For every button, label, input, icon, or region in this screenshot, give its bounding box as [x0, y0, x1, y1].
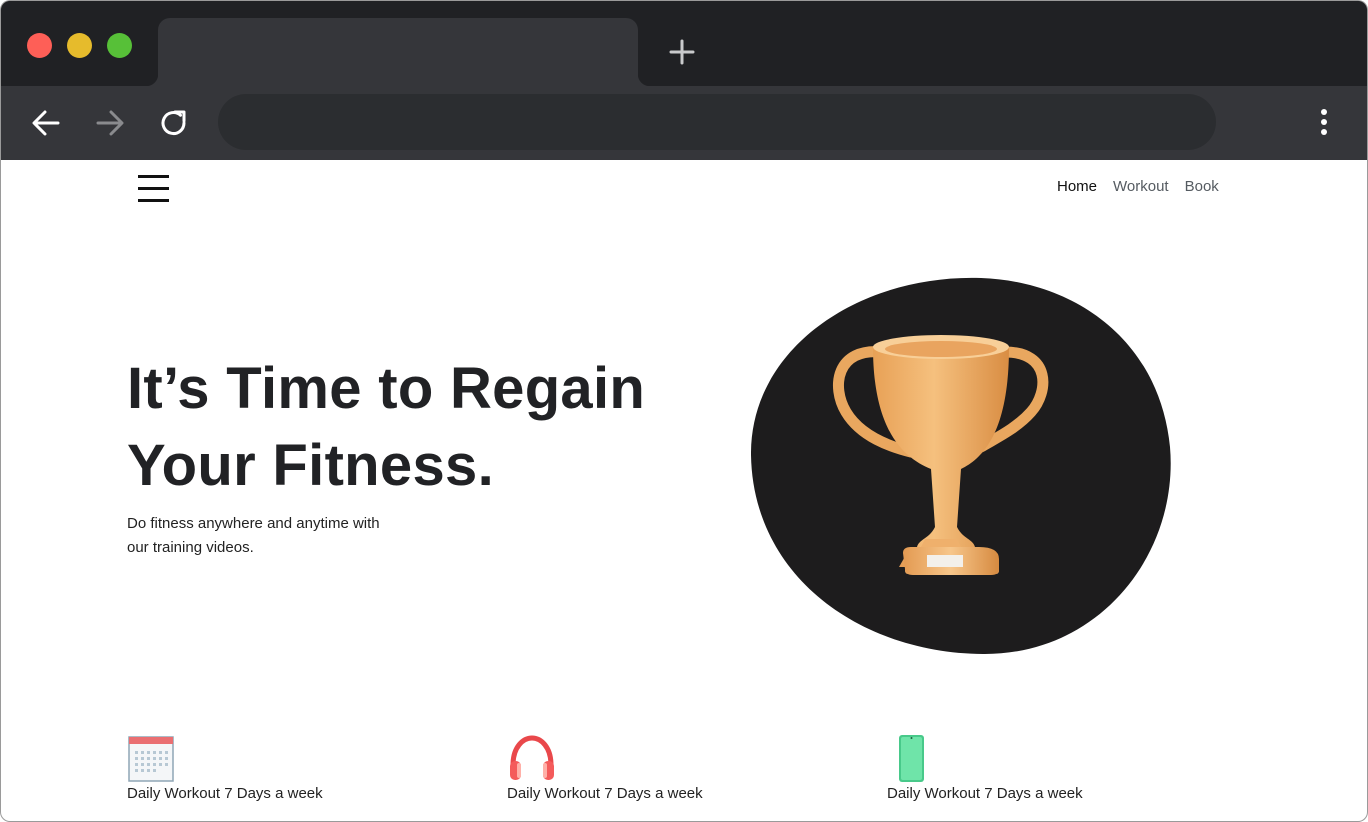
browser-menu-button[interactable] — [1313, 106, 1335, 140]
hero-image — [750, 277, 1172, 655]
reload-button[interactable] — [157, 106, 191, 140]
web-page: Home Workout Book It’s Time to Regain Yo… — [0, 160, 1368, 822]
nav-book-link[interactable]: Book — [1185, 178, 1219, 195]
hamburger-icon[interactable] — [138, 174, 170, 202]
hero-title-line-1: It’s Time to Regain — [127, 356, 646, 421]
feature-item: Daily Workout 7 Days a week — [127, 735, 387, 815]
browser-toolbar — [1, 86, 1367, 161]
browser-chrome — [0, 0, 1368, 161]
feature-item: Daily Workout 7 Days a week — [507, 735, 767, 815]
feature-item: Daily Workout 7 Days a week — [887, 735, 1147, 815]
hero-subtitle-line-1: Do fitness anywhere and anytime with — [127, 515, 380, 532]
hero-title-line-2: Your Fitness. — [127, 433, 494, 498]
nav-workout-link[interactable]: Workout — [1113, 178, 1169, 195]
features-row: Daily Workout 7 Days a week Daily Workou… — [1, 735, 1367, 821]
feature-label: Daily Workout 7 Days a week — [507, 785, 703, 802]
feature-label: Daily Workout 7 Days a week — [127, 785, 323, 802]
reload-icon — [161, 110, 186, 135]
calendar-icon — [128, 736, 174, 782]
arrow-left-icon — [32, 110, 60, 136]
address-bar[interactable] — [218, 94, 1216, 150]
plus-icon — [669, 39, 695, 65]
minimize-window-button[interactable] — [67, 33, 92, 58]
new-tab-button[interactable] — [667, 37, 697, 67]
headphones-icon — [510, 735, 554, 780]
tab-strip — [1, 1, 1367, 86]
hero-subtitle-line-2: our training videos. — [127, 539, 254, 556]
feature-label: Daily Workout 7 Days a week — [887, 785, 1083, 802]
active-tab[interactable] — [146, 18, 650, 86]
back-button[interactable] — [29, 106, 63, 140]
trophy-illustration — [750, 277, 1171, 655]
maximize-window-button[interactable] — [107, 33, 132, 58]
top-navigation: Home Workout Book — [1057, 178, 1219, 195]
arrow-right-icon — [96, 110, 124, 136]
close-window-button[interactable] — [27, 33, 52, 58]
forward-button[interactable] — [93, 106, 127, 140]
nav-home-link[interactable]: Home — [1057, 178, 1097, 195]
hero-subtitle: Do fitness anywhere and anytime with our… — [127, 512, 417, 560]
phone-icon — [899, 735, 924, 782]
hero-title: It’s Time to Regain Your Fitness. — [127, 350, 687, 504]
kebab-menu-icon — [1321, 109, 1327, 135]
